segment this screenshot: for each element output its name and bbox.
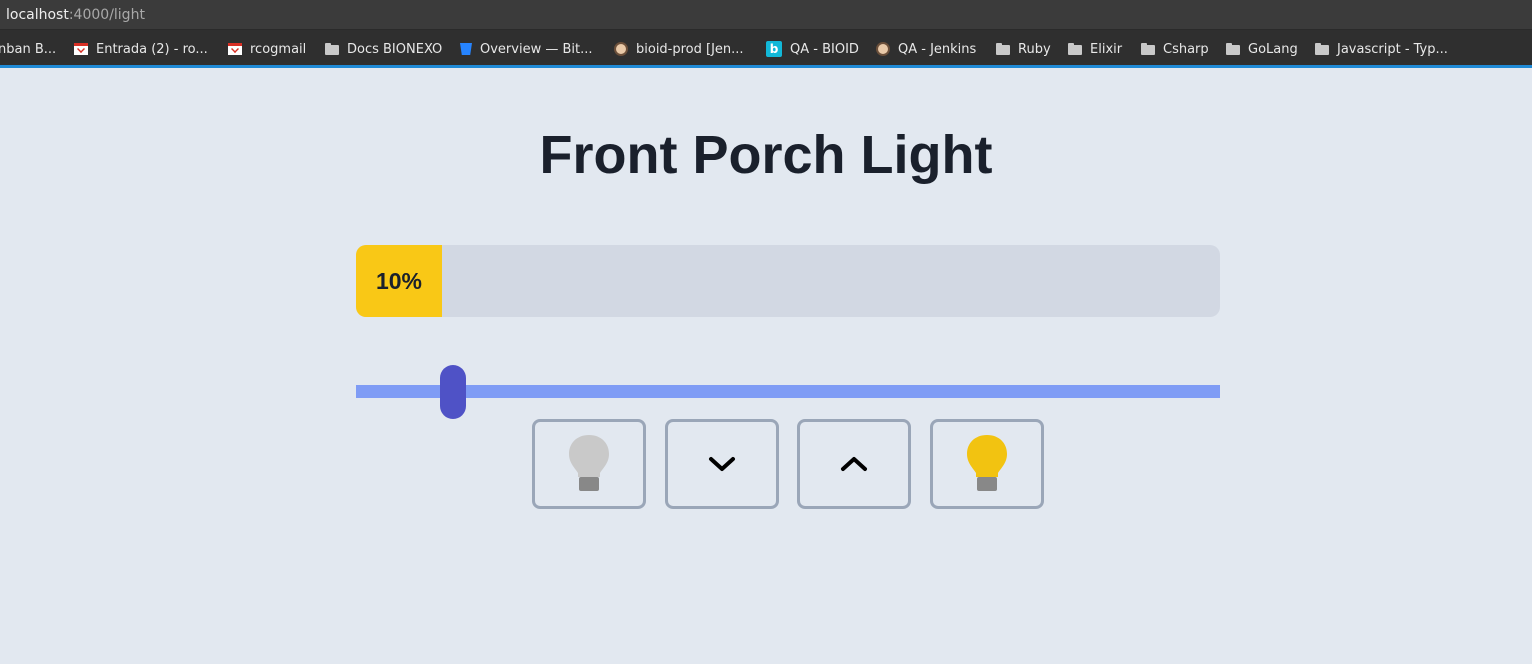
- slider-track[interactable]: [356, 385, 1220, 398]
- bookmark-label: QA - BIOID: [790, 41, 859, 57]
- jenkins-icon: [614, 42, 628, 56]
- bookmark-label: rcogmail: [250, 41, 307, 57]
- bookmark-item[interactable]: rcogmail: [228, 40, 306, 58]
- lightbulb-off-icon: [569, 435, 609, 491]
- bookmark-label: Elixir: [1090, 41, 1123, 57]
- gmail-icon: [74, 43, 88, 55]
- bookmark-label: Entrada (2) - ro...: [96, 41, 208, 57]
- light-controls: [532, 419, 1044, 509]
- bitbucket-icon: [460, 43, 472, 55]
- brightness-label: 10%: [375, 267, 423, 294]
- bookmark-item[interactable]: Csharp: [1141, 40, 1209, 58]
- bookmark-item[interactable]: bioid-prod [Jen...: [614, 40, 744, 58]
- bookmark-label: GoLang: [1248, 41, 1298, 57]
- folder-icon: [1068, 43, 1082, 55]
- on-button[interactable]: [930, 419, 1044, 509]
- bookmark-item[interactable]: Elixir: [1068, 40, 1122, 58]
- bookmark-label: Ruby: [1018, 41, 1051, 57]
- bookmark-label: QA - Jenkins: [898, 41, 977, 57]
- bookmark-label: Csharp: [1163, 41, 1209, 57]
- brightness-meter: 10%: [356, 245, 1220, 317]
- jenkins-icon: [876, 42, 890, 56]
- b-icon: b: [766, 41, 782, 57]
- bookmark-label: nban B...: [0, 41, 57, 57]
- folder-icon: [996, 43, 1010, 55]
- folder-icon: [1141, 43, 1155, 55]
- bookmark-item[interactable]: Overview — Bit...: [460, 40, 593, 58]
- bookmark-item[interactable]: GoLang: [1226, 40, 1298, 58]
- up-button[interactable]: [797, 419, 911, 509]
- bookmark-item[interactable]: Entrada (2) - ro...: [74, 40, 208, 58]
- bookmark-item[interactable]: Docs BIONEXO: [325, 40, 442, 58]
- bookmarks-bar: nban B... Entrada (2) - ro... rcogmail D…: [0, 30, 1532, 68]
- url-path: :4000/light: [68, 7, 145, 23]
- gmail-icon: [228, 43, 242, 55]
- address-bar[interactable]: localhost:4000/light: [0, 0, 1532, 30]
- down-button[interactable]: [665, 419, 779, 509]
- active-tab-accent: [0, 65, 1532, 68]
- page-title: Front Porch Light: [539, 125, 993, 185]
- chevron-down-icon: [709, 457, 735, 471]
- url-text[interactable]: localhost:4000/light: [6, 7, 145, 23]
- slider-thumb[interactable]: [440, 365, 466, 419]
- chevron-up-icon: [841, 457, 867, 471]
- bookmark-item[interactable]: QA - Jenkins: [876, 40, 976, 58]
- bookmark-label: Docs BIONEXO: [347, 41, 443, 57]
- bookmark-item[interactable]: nban B...: [0, 40, 56, 58]
- folder-icon: [1226, 43, 1240, 55]
- bookmark-label: bioid-prod [Jen...: [636, 41, 744, 57]
- off-button[interactable]: [532, 419, 646, 509]
- bookmark-item[interactable]: b QA - BIOID: [766, 40, 859, 58]
- bookmark-item[interactable]: Ruby: [996, 40, 1051, 58]
- url-host: localhost: [6, 7, 69, 23]
- bookmark-label: Overview — Bit...: [480, 41, 593, 57]
- folder-icon: [1315, 43, 1329, 55]
- bookmark-item[interactable]: Javascript - Typ...: [1315, 40, 1448, 58]
- folder-icon: [325, 43, 339, 55]
- bookmark-label: Javascript - Typ...: [1337, 41, 1448, 57]
- lightbulb-on-icon: [967, 435, 1007, 491]
- brightness-meter-fill: 10%: [356, 245, 442, 317]
- brightness-slider[interactable]: [356, 363, 1220, 419]
